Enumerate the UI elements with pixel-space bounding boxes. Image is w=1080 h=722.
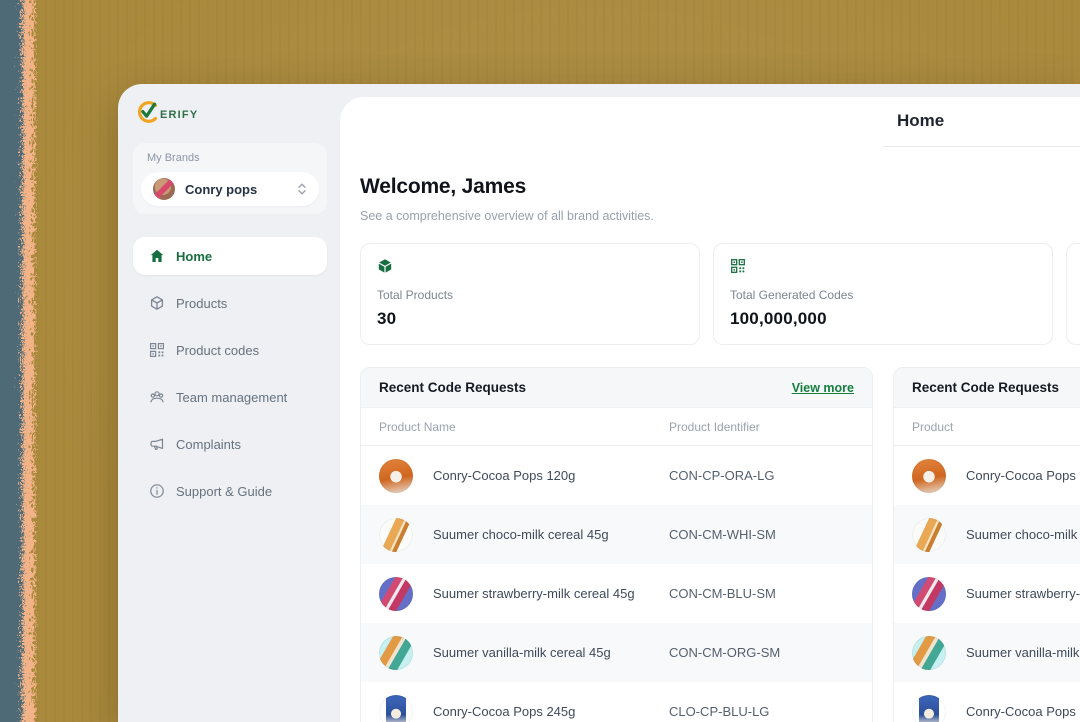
product-image — [379, 518, 413, 552]
sidebar-item-product-codes[interactable]: Product codes — [133, 331, 327, 369]
brand-avatar — [153, 178, 175, 200]
product-name: Conry-Cocoa Pops 245g — [433, 704, 575, 719]
sidebar-item-label: Support & Guide — [176, 484, 272, 499]
product-identifier: CON-CM-WHI-SM — [669, 527, 776, 542]
column-product-name: Product Name — [379, 420, 669, 434]
table-row[interactable]: Conry-Cocoa Pops 245g — [894, 682, 1080, 722]
table-row[interactable]: Suumer strawberry-milk cereal 45g CON-CM… — [361, 564, 872, 623]
logo: ERIFY — [133, 100, 327, 128]
sidebar-item-label: Team management — [176, 390, 287, 405]
product-name: Suumer vanilla-milk cereal 45g — [966, 645, 1080, 660]
selected-brand-name: Conry pops — [185, 182, 287, 197]
qr-code-icon — [730, 258, 1036, 274]
table-row[interactable]: Conry-Cocoa Pops 120g CON-CP-ORA-LG — [361, 446, 872, 505]
screenshot-root: { "app": { "logo_text": "ERIFY", "brand_… — [0, 0, 1080, 722]
tables-row: Recent Code Requests View more Product N… — [360, 367, 1080, 722]
table-column-headers: Product — [894, 408, 1080, 446]
product-name: Suumer choco-milk cereal 45g — [433, 527, 609, 542]
table-row[interactable]: Suumer vanilla-milk cereal 45g — [894, 623, 1080, 682]
stat-card-total-generated-codes: Total Generated Codes 100,000,000 — [713, 243, 1053, 345]
stat-card-total-products: Total Products 30 — [360, 243, 700, 345]
sidebar-item-label: Complaints — [176, 437, 241, 452]
home-icon — [149, 248, 165, 264]
view-more-link[interactable]: View more — [792, 381, 854, 395]
product-name: Conry-Cocoa Pops 120g — [966, 468, 1080, 483]
sidebar: ERIFY My Brands Conry pops Home — [118, 84, 340, 722]
product-image — [379, 695, 413, 722]
product-image — [379, 636, 413, 670]
product-name: Conry-Cocoa Pops 245g — [966, 704, 1080, 719]
main-panel: Home Welcome, James See a comprehensive … — [340, 97, 1080, 722]
package-icon — [149, 295, 165, 311]
stats-row: Total Products 30 — [360, 243, 1080, 345]
textured-edge-decoration — [0, 0, 46, 722]
logo-text: ERIFY — [160, 109, 198, 121]
team-icon — [149, 389, 165, 405]
brand-selector[interactable]: Conry pops — [141, 172, 319, 206]
page-subtitle: See a comprehensive overview of all bran… — [360, 209, 1080, 223]
table-row[interactable]: Suumer strawberry-milk cereal 45g — [894, 564, 1080, 623]
app-window: ERIFY My Brands Conry pops Home — [118, 84, 1080, 722]
stat-label: Total Products — [377, 288, 683, 302]
product-image — [912, 577, 946, 611]
topbar-divider — [883, 146, 1080, 147]
recent-code-requests-table-secondary: Recent Code Requests Product Conry-Cocoa… — [893, 367, 1080, 722]
info-icon — [149, 483, 165, 499]
product-name: Conry-Cocoa Pops 120g — [433, 468, 575, 483]
sidebar-item-team-management[interactable]: Team management — [133, 378, 327, 416]
my-brands-label: My Brands — [147, 152, 319, 164]
stat-card-partial — [1066, 243, 1080, 345]
column-product: Product — [912, 420, 1080, 434]
stat-label: Total Generated Codes — [730, 288, 1036, 302]
table-row[interactable]: Suumer vanilla-milk cereal 45g CON-CM-OR… — [361, 623, 872, 682]
package-icon — [377, 258, 683, 274]
product-name: Suumer vanilla-milk cereal 45g — [433, 645, 611, 660]
sidebar-item-label: Products — [176, 296, 227, 311]
product-name: Suumer choco-milk cereal 45g — [966, 527, 1080, 542]
product-image — [379, 577, 413, 611]
sidebar-nav: Home Products — [133, 237, 327, 510]
table-row[interactable]: Conry-Cocoa Pops 245g CLO-CP-BLU-LG — [361, 682, 872, 722]
topbar-tab-home[interactable]: Home — [897, 111, 944, 131]
table-row[interactable]: Suumer choco-milk cereal 45g CON-CM-WHI-… — [361, 505, 872, 564]
chevron-up-down-icon — [297, 182, 307, 196]
table-row[interactable]: Suumer choco-milk cereal 45g — [894, 505, 1080, 564]
table-title: Recent Code Requests — [379, 380, 526, 395]
megaphone-icon — [149, 436, 165, 452]
column-product-identifier: Product Identifier — [669, 420, 760, 434]
qr-code-icon — [149, 342, 165, 358]
product-name: Suumer strawberry-milk cereal 45g — [433, 586, 635, 601]
product-image — [912, 459, 946, 493]
recent-code-requests-table: Recent Code Requests View more Product N… — [360, 367, 873, 722]
table-title: Recent Code Requests — [912, 380, 1059, 395]
stat-value: 100,000,000 — [730, 309, 1036, 329]
product-name: Suumer strawberry-milk cereal 45g — [966, 586, 1080, 601]
product-identifier: CON-CM-BLU-SM — [669, 586, 776, 601]
sidebar-item-complaints[interactable]: Complaints — [133, 425, 327, 463]
table-header: Recent Code Requests View more — [361, 368, 872, 408]
product-image — [912, 636, 946, 670]
product-identifier: CON-CP-ORA-LG — [669, 468, 774, 483]
main-content: Welcome, James See a comprehensive overv… — [340, 147, 1080, 722]
product-image — [912, 695, 946, 722]
sidebar-item-home[interactable]: Home — [133, 237, 327, 275]
table-header: Recent Code Requests — [894, 368, 1080, 408]
page-title: Welcome, James — [360, 175, 1080, 199]
product-identifier: CLO-CP-BLU-LG — [669, 704, 769, 719]
product-image — [379, 459, 413, 493]
my-brands-card: My Brands Conry pops — [133, 143, 327, 214]
sidebar-item-label: Product codes — [176, 343, 259, 358]
product-identifier: CON-CM-ORG-SM — [669, 645, 780, 660]
table-row[interactable]: Conry-Cocoa Pops 120g — [894, 446, 1080, 505]
verify-logo-icon — [133, 98, 163, 131]
sidebar-item-products[interactable]: Products — [133, 284, 327, 322]
stat-value: 30 — [377, 309, 683, 329]
product-image — [912, 518, 946, 552]
table-column-headers: Product Name Product Identifier — [361, 408, 872, 446]
sidebar-item-support-guide[interactable]: Support & Guide — [133, 472, 327, 510]
topbar: Home — [340, 97, 1080, 147]
sidebar-item-label: Home — [176, 249, 212, 264]
